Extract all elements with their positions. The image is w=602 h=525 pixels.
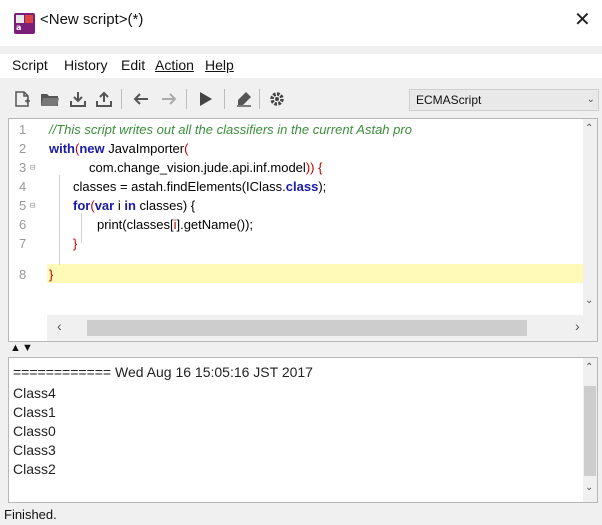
chevron-down-icon: ⌄ [586,94,595,105]
menu-action[interactable]: Action [155,57,194,73]
upload-icon[interactable] [92,87,116,111]
language-value: ECMAScript [416,93,482,107]
run-icon[interactable] [194,87,218,111]
window-title: <New script>(*) [40,11,144,28]
line-number-gutter: 1 2 3 ⊟ 4 5 ⊟ 6 7 8 [9,119,47,315]
menu-help[interactable]: Help [205,57,234,73]
code-line-2: with(new JavaImporter( [49,141,189,156]
fold-toggle-icon[interactable]: ⊟ [30,201,35,211]
line-number: 5 [19,198,27,213]
output-line: Class2 [13,461,56,477]
collapse-up-icon[interactable]: ▲ [10,342,21,354]
output-console[interactable]: ============ Wed Aug 16 15:05:16 JST 201… [8,357,598,503]
download-icon[interactable] [66,87,90,111]
script-editor[interactable]: 1 2 3 ⊟ 4 5 ⊟ 6 7 8 //This script writes… [8,118,598,342]
menu-script[interactable]: Script [12,57,48,73]
scroll-down-icon[interactable]: ⌄ [585,482,593,493]
title-bar: a <New script>(*) ✕ [0,0,602,46]
current-line-highlight [47,264,583,283]
code-line-8: } [49,267,54,282]
output-vertical-scrollbar[interactable]: ⌃ ⌄ [583,358,597,502]
settings-icon[interactable] [265,87,289,111]
menu-edit[interactable]: Edit [121,57,145,73]
collapse-down-icon[interactable]: ▼ [22,342,33,354]
code-line-4: classes = astah.findElements(IClass.clas… [73,179,327,194]
scroll-up-icon[interactable]: ⌃ [585,362,593,373]
open-folder-icon[interactable] [38,87,62,111]
output-line: Class3 [13,442,56,458]
undo-icon[interactable] [128,87,154,111]
scroll-up-icon[interactable]: ⌃ [585,123,593,134]
code-line-7: } [73,236,78,251]
scroll-down-icon[interactable]: ⌄ [585,295,593,306]
astah-icon: a [14,13,35,34]
toolbar: ECMAScript ⌄ [0,83,602,115]
output-line: Class1 [13,404,56,420]
fold-toggle-icon[interactable]: ⊟ [30,163,35,173]
menu-bar: Script History Edit Action Help [0,54,602,78]
line-number: 8 [19,267,27,282]
fold-guide [81,213,82,243]
code-line-3: com.change_vision.jude.api.inf.model)) { [89,160,323,175]
scroll-right-icon[interactable]: › [575,318,580,334]
redo-icon[interactable] [156,87,182,111]
code-line-5: for(var i in classes) { [73,198,196,213]
pane-splitter[interactable]: ▲ ▼ [0,342,602,356]
menu-history[interactable]: History [64,57,108,73]
output-line: Class0 [13,423,56,439]
editor-horizontal-scrollbar[interactable]: ‹ › [47,315,597,341]
line-number: 4 [19,179,27,194]
close-icon[interactable]: ✕ [574,7,591,32]
line-number: 7 [19,236,27,251]
editor-vertical-scrollbar[interactable]: ⌃ ⌄ [583,119,597,315]
scroll-thumb[interactable] [87,320,527,336]
line-number: 6 [19,217,27,232]
line-number: 2 [19,141,27,156]
language-select[interactable]: ECMAScript ⌄ [409,89,599,111]
scroll-left-icon[interactable]: ‹ [57,318,62,334]
code-line-6: print(classes[i].getName()); [97,217,254,232]
fold-guide [59,175,60,265]
new-script-icon[interactable] [10,87,34,111]
output-line: Class4 [13,385,56,401]
line-number: 3 [19,160,27,175]
output-line: ============ Wed Aug 16 15:05:16 JST 201… [13,364,313,380]
scroll-thumb[interactable] [584,386,596,476]
clear-output-icon[interactable] [232,87,256,111]
code-line-1: //This script writes out all the classif… [49,122,412,137]
line-number: 1 [19,122,27,137]
status-text: Finished. [4,507,57,522]
